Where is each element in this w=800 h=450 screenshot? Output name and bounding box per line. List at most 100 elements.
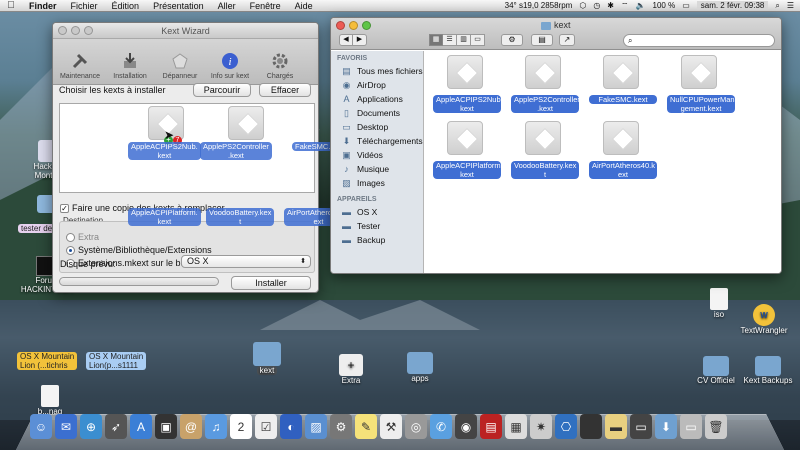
documents-dock-icon[interactable]: ▭ bbox=[630, 414, 652, 439]
tool-maintenance[interactable]: Maintenance bbox=[57, 39, 103, 84]
kext-file-icon[interactable] bbox=[447, 55, 483, 89]
sidebar-item-downloads[interactable]: ⬇ Téléchargements bbox=[331, 134, 423, 148]
menu-presentation[interactable]: Présentation bbox=[146, 1, 211, 11]
iphoto-icon[interactable]: ▨ bbox=[305, 414, 327, 439]
sidebar-item-images[interactable]: ▨ Images bbox=[331, 176, 423, 190]
menu-aide[interactable]: Aide bbox=[288, 1, 320, 11]
downloads-dock-icon[interactable]: ⬇ bbox=[655, 414, 677, 439]
kext-file-icon[interactable] bbox=[681, 55, 717, 89]
sidebar-item-osx[interactable]: ▬ OS X bbox=[331, 205, 423, 219]
app-store-icon[interactable]: A bbox=[130, 414, 152, 439]
rocket-icon[interactable]: ➶ bbox=[105, 414, 127, 439]
desktop-folder-kext-backups[interactable]: Kext Backups bbox=[742, 356, 794, 385]
desktop-folder-kext[interactable]: kext bbox=[250, 342, 284, 375]
folder-dock-icon[interactable]: ▬ bbox=[605, 414, 627, 439]
trash-icon[interactable]: 🗑 bbox=[705, 414, 727, 439]
forward-icon[interactable]: ▶ bbox=[353, 34, 367, 46]
desktop-folder-apps[interactable]: apps bbox=[405, 352, 435, 383]
kext-file-label[interactable]: AirPortAtheros40.k ext bbox=[589, 161, 657, 179]
desktop-folder-extra[interactable]: + Extra bbox=[336, 354, 366, 385]
kext-file-label[interactable]: FakeSMC.kext bbox=[589, 95, 657, 104]
xcode-icon[interactable]: ⚒ bbox=[380, 414, 402, 439]
sidebar-item-tester[interactable]: ▬ Tester bbox=[331, 219, 423, 233]
pdf-icon[interactable]: ▤ bbox=[480, 414, 502, 439]
sidebar-item-applications[interactable]: A Applications bbox=[331, 92, 423, 106]
battery-text[interactable]: 100 % bbox=[653, 1, 676, 10]
desktop-item-iso[interactable]: iso bbox=[704, 288, 734, 319]
folder-dock-icon[interactable]: ▭ bbox=[680, 414, 702, 439]
apple-menu-icon[interactable]:  bbox=[0, 0, 22, 11]
itunes-icon[interactable]: ♫ bbox=[205, 414, 227, 439]
action-gear-icon[interactable]: ⚙ bbox=[501, 34, 523, 46]
desktop-item-textwrangler[interactable]: W TextWrangler bbox=[734, 304, 794, 335]
clock[interactable]: sam. 2 févr. 09:38 bbox=[696, 1, 769, 10]
sidebar-item-airdrop[interactable]: ◉ AirDrop bbox=[331, 78, 423, 92]
battery-icon[interactable]: ▭ bbox=[682, 1, 690, 10]
sidebar-item-videos[interactable]: ▣ Vidéos bbox=[331, 148, 423, 162]
bluetooth-icon[interactable]: ✱ bbox=[607, 1, 614, 10]
back-icon[interactable]: ◀ bbox=[339, 34, 353, 46]
kext-file-icon[interactable] bbox=[525, 55, 561, 89]
sidebar-item-desktop[interactable]: ▭ Desktop bbox=[331, 120, 423, 134]
reminders-icon[interactable]: ☑ bbox=[255, 414, 277, 439]
column-view-icon[interactable]: ▥ bbox=[457, 34, 471, 46]
sidebar-item-all-files[interactable]: ▤ Tous mes fichiers bbox=[331, 64, 423, 78]
system-prefs-icon[interactable]: ⚙ bbox=[330, 414, 352, 439]
coverflow-view-icon[interactable]: ▭ bbox=[471, 34, 485, 46]
kext-wizard-dock-icon[interactable]: ✷ bbox=[530, 414, 552, 439]
photo-booth-icon[interactable]: ▣ bbox=[155, 414, 177, 439]
preview-icon[interactable]: ▦ bbox=[505, 414, 527, 439]
dest-system-radio[interactable]: Système/Bibliothèque/Extensions bbox=[66, 245, 212, 255]
desktop-folder-cv[interactable]: CV Officiel bbox=[695, 356, 737, 385]
desktop-item-file[interactable]: b...nag bbox=[35, 385, 65, 416]
icon-view-icon[interactable]: ▦ bbox=[429, 34, 443, 46]
status-weather[interactable]: 34° s19,0 2858rpm bbox=[505, 1, 573, 10]
grapher-icon[interactable]: ⎔ bbox=[555, 414, 577, 439]
search-field[interactable]: ⌕ bbox=[623, 34, 775, 47]
dropbox-icon[interactable]: ⬡ bbox=[579, 1, 586, 10]
menu-fenetre[interactable]: Fenêtre bbox=[243, 1, 288, 11]
tool-info-kext[interactable]: i Info sur kext bbox=[207, 39, 253, 84]
install-button[interactable]: Installer bbox=[231, 276, 311, 290]
kext-file-icon[interactable] bbox=[603, 121, 639, 155]
list-view-icon[interactable]: ☰ bbox=[443, 34, 457, 46]
wifi-icon[interactable]: ⌔ bbox=[621, 1, 629, 11]
sidebar-item-music[interactable]: ♪ Musique bbox=[331, 162, 423, 176]
notification-icon[interactable]: ☰ bbox=[787, 1, 794, 10]
tool-installation[interactable]: Installation bbox=[107, 39, 153, 84]
sidebar-item-documents[interactable]: ▯ Documents bbox=[331, 106, 423, 120]
facetime-icon[interactable]: ◉ bbox=[455, 414, 477, 439]
menu-edition[interactable]: Édition bbox=[105, 1, 147, 11]
spotlight-icon[interactable]: ⌕ bbox=[775, 1, 779, 11]
zoom-button[interactable] bbox=[84, 26, 93, 35]
mail-icon[interactable]: ✉ bbox=[55, 414, 77, 439]
close-button[interactable] bbox=[58, 26, 67, 35]
kext-file-label[interactable]: VoodooBattery.kex t bbox=[511, 161, 579, 179]
kext-file-icon[interactable] bbox=[603, 55, 639, 89]
safari-icon[interactable]: ⊕ bbox=[80, 414, 102, 439]
desktop-tag-mountain-lion-1[interactable]: OS X Mountain Lion (...tichris bbox=[17, 352, 78, 370]
kext-file-label[interactable]: AppleACPIPS2Nub. kext bbox=[433, 95, 503, 113]
kext-file-label[interactable]: AppleACPIPlatform. kext bbox=[433, 161, 503, 179]
clear-button[interactable]: Effacer bbox=[259, 83, 311, 97]
messages-icon[interactable]: ✆ bbox=[430, 414, 452, 439]
menu-aller[interactable]: Aller bbox=[211, 1, 243, 11]
time-machine-icon[interactable]: ◷ bbox=[593, 1, 600, 10]
kext-file-label[interactable]: NullCPUPowerMana gement.kext bbox=[667, 95, 739, 113]
space-icon[interactable] bbox=[580, 414, 602, 439]
kext-file-icon[interactable] bbox=[525, 121, 561, 155]
share-icon[interactable]: ↗ bbox=[559, 34, 575, 46]
volume-icon[interactable]: 🔈 bbox=[636, 1, 646, 10]
sidebar-item-backup[interactable]: ▬ Backup bbox=[331, 233, 423, 247]
kext-file-label[interactable]: ApplePS2Controller .kext bbox=[511, 95, 580, 113]
desktop-tag-mountain-lion-2[interactable]: OS X Mountain Lion(p...s1111 bbox=[86, 352, 147, 370]
dest-extra-radio[interactable]: Extra bbox=[66, 232, 99, 242]
kext-file-icon[interactable] bbox=[447, 121, 483, 155]
activity-icon[interactable]: ◐ bbox=[280, 414, 302, 439]
arrange-icon[interactable]: ▤ bbox=[531, 34, 553, 46]
minimize-button[interactable] bbox=[71, 26, 80, 35]
contacts-icon[interactable]: @ bbox=[180, 414, 202, 439]
tool-depanneur[interactable]: Dépanneur bbox=[157, 39, 203, 84]
kext-wizard-titlebar[interactable]: Kext Wizard bbox=[53, 23, 318, 39]
browse-button[interactable]: Parcourir bbox=[193, 83, 251, 97]
